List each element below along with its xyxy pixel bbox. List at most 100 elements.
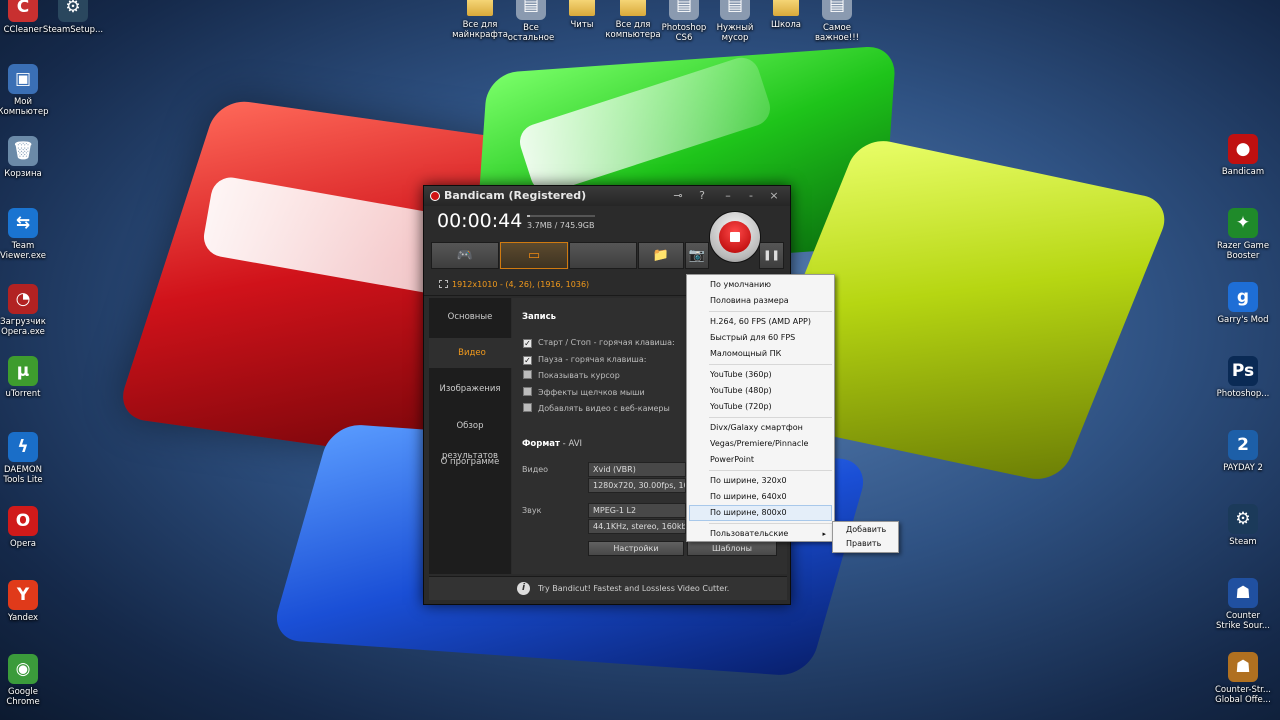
checkbox-checked-icon[interactable]: ✓ xyxy=(523,339,532,348)
game-mode-tab[interactable]: 🎮 xyxy=(431,242,499,269)
record-option-row[interactable]: ✓ Старт / Стоп - горячая клавиша: xyxy=(523,337,675,349)
teamviewer-icon: ⇆ xyxy=(8,208,38,238)
desktop-icon-мой[interactable]: ▣ Мой Компьютер xyxy=(0,64,59,117)
menu-item-пользовательские[interactable]: Пользовательские ▸ xyxy=(689,526,832,542)
desktop-icon-daemon[interactable]: ϟ DAEMON Tools Lite xyxy=(0,432,59,485)
desktop-icon-label: Yandex xyxy=(7,613,39,623)
menu-item-youtube-720p[interactable]: YouTube (720p) xyxy=(689,399,832,415)
desktop-icon-yandex[interactable]: Y Yandex xyxy=(0,580,59,623)
checkbox-unchecked-icon[interactable] xyxy=(523,370,532,379)
restore-button[interactable]: - xyxy=(741,188,761,203)
desktop-icon-opera[interactable]: O Opera xyxy=(0,506,59,549)
desktop-icon-label: Counter-Str... Global Offe... xyxy=(1214,685,1272,705)
settings-button[interactable]: Настройки xyxy=(588,541,684,556)
bandicam-titlebar[interactable]: Bandicam (Registered) ⊸ ? – - × xyxy=(424,186,790,206)
sidebar-item-обзор-результатов[interactable]: Обзор результатов xyxy=(429,411,511,461)
csgo-icon: ☗ xyxy=(1228,652,1258,682)
yandex-icon: Y xyxy=(8,580,38,610)
desktop-icon-payday-2[interactable]: 2 PAYDAY 2 xyxy=(1207,430,1279,473)
record-option-label: Старт / Стоп - горячая клавиша: xyxy=(538,338,675,347)
record-option-row[interactable]: ✓ Пауза - горячая клавиша: xyxy=(523,354,646,366)
menu-item-powerpoint[interactable]: PowerPoint xyxy=(689,452,832,468)
device-mode-tab[interactable] xyxy=(569,242,637,269)
submenu-item-добавить[interactable]: Добавить xyxy=(835,523,896,537)
menu-separator xyxy=(709,417,832,418)
custom-presets-submenu: Добавить Править xyxy=(832,521,899,553)
menu-item-vegas-premiere-pinnacle[interactable]: Vegas/Premiere/Pinnacle xyxy=(689,436,832,452)
chevron-right-icon: ▸ xyxy=(822,530,826,538)
desktop-icon-garry-s-mod[interactable]: g Garry's Mod xyxy=(1207,282,1279,325)
desktop-icon-counter[interactable]: ☗ Counter Strike Sour... xyxy=(1207,578,1279,631)
checkbox-checked-icon[interactable]: ✓ xyxy=(523,356,532,365)
promo-footer[interactable]: i Try Bandicut! Fastest and Lossless Vid… xyxy=(429,576,787,600)
menu-item-половина-размера[interactable]: Половина размера xyxy=(689,293,832,309)
key-icon[interactable]: ⊸ xyxy=(668,188,688,203)
checkbox-unchecked-icon[interactable] xyxy=(523,403,532,412)
close-button[interactable]: × xyxy=(764,188,784,203)
screenshot-button[interactable]: 📷 xyxy=(685,242,709,269)
desktop-icon-загрузчик[interactable]: ◔ Загрузчик Opera.exe xyxy=(0,284,59,337)
desktop-icon-razer-game[interactable]: ✦ Razer Game Booster xyxy=(1207,208,1279,261)
checkbox-unchecked-icon[interactable] xyxy=(523,387,532,396)
menu-item-youtube-360p[interactable]: YouTube (360p) xyxy=(689,367,832,383)
desktop-icon-bandicam[interactable]: ● Bandicam xyxy=(1207,134,1279,177)
file-icon: ▤ xyxy=(720,0,750,20)
menu-item-divx-galaxy-смартфон[interactable]: Divx/Galaxy смартфон xyxy=(689,420,832,436)
bandicam-logo-icon xyxy=(430,191,440,201)
menu-item-label: По ширине, 800x0 xyxy=(710,508,787,517)
pause-button[interactable]: ❚❚ xyxy=(759,242,784,269)
menu-item-быстрый-для-60-fps[interactable]: Быстрый для 60 FPS xyxy=(689,330,832,346)
menu-item-по-умолчанию[interactable]: По умолчанию xyxy=(689,277,832,293)
video-codec-field: Xvid (VBR) xyxy=(588,462,686,477)
desktop-icon-самое-7[interactable]: ▤ Самое важное!!! xyxy=(801,0,873,43)
desktop-icon-steamsetup[interactable]: ⚙ SteamSetup... xyxy=(37,0,109,35)
region-select-icon[interactable] xyxy=(439,280,448,288)
record-option-row[interactable]: Добавлять видео с веб-камеры xyxy=(523,403,670,415)
desktop-icon-steam[interactable]: ⚙ Steam xyxy=(1207,504,1279,547)
record-option-label: Пауза - горячая клавиша: xyxy=(538,355,647,364)
menu-item-label: Vegas/Premiere/Pinnacle xyxy=(710,439,809,448)
menu-item-по-ширине-800x0[interactable]: По ширине, 800x0 xyxy=(689,505,832,521)
desktop-icon-photoshop[interactable]: Ps Photoshop... xyxy=(1207,356,1279,399)
counter-strike-icon: ☗ xyxy=(1228,578,1258,608)
folder-icon: 📁 xyxy=(652,248,670,263)
sidebar-item-основные[interactable]: Основные xyxy=(429,302,511,332)
menu-item-маломощный-пк[interactable]: Маломощный ПК xyxy=(689,346,832,362)
desktop-icon-label: Opera xyxy=(9,539,37,549)
settings-sidebar: Основные Видео Изображения Обзор результато… xyxy=(429,298,515,574)
record-option-row[interactable]: Эффекты щелчков мыши xyxy=(523,387,645,399)
photoshop-icon: Ps xyxy=(1228,356,1258,386)
desktop-icon-корзина[interactable]: 🗑 Корзина xyxy=(0,136,59,179)
sidebar-item-изображения[interactable]: Изображения xyxy=(429,374,511,404)
help-button[interactable]: ? xyxy=(692,188,712,203)
desktop-icon-utorrent[interactable]: µ uTorrent xyxy=(0,356,59,399)
file-icon: ▤ xyxy=(822,0,852,20)
desktop-icon-counter-str[interactable]: ☗ Counter-Str... Global Offe... xyxy=(1207,652,1279,705)
templates-button[interactable]: Шаблоны xyxy=(687,541,777,556)
video-details-field: 1280x720, 30.00fps, 100q xyxy=(588,478,686,493)
menu-item-label: Маломощный ПК xyxy=(710,349,782,358)
sidebar-item-о-программе[interactable]: О программе xyxy=(429,447,511,477)
menu-item-youtube-480p[interactable]: YouTube (480p) xyxy=(689,383,832,399)
minimize-button[interactable]: – xyxy=(718,188,738,203)
screen-mode-tab[interactable]: ▭ xyxy=(500,242,568,269)
chrome-icon: ◉ xyxy=(8,654,38,684)
desktop-icon-google[interactable]: ◉ Google Chrome xyxy=(0,654,59,707)
open-folder-button[interactable]: 📁 xyxy=(638,242,684,269)
menu-item-h-264-60-fps-amd-app[interactable]: H.264, 60 FPS (AMD APP) xyxy=(689,314,832,330)
stop-icon xyxy=(730,232,740,242)
sidebar-item-видео[interactable]: Видео xyxy=(429,338,515,368)
razer-icon: ✦ xyxy=(1228,208,1258,238)
menu-item-по-ширине-320x0[interactable]: По ширине, 320x0 xyxy=(689,473,832,489)
menu-item-по-ширине-640x0[interactable]: По ширине, 640x0 xyxy=(689,489,832,505)
file-icon: ▤ xyxy=(516,0,546,20)
menu-item-label: YouTube (360p) xyxy=(710,370,772,379)
file-icon: ▤ xyxy=(669,0,699,20)
record-option-row[interactable]: Показывать курсор xyxy=(523,370,620,382)
record-stop-button[interactable] xyxy=(709,211,761,263)
menu-item-label: По ширине, 320x0 xyxy=(710,476,787,485)
desktop-icon-team[interactable]: ⇆ Team Viewer.exe xyxy=(0,208,59,261)
my-computer-icon: ▣ xyxy=(8,64,38,94)
submenu-item-править[interactable]: Править xyxy=(835,537,896,551)
utorrent-icon: µ xyxy=(8,356,38,386)
